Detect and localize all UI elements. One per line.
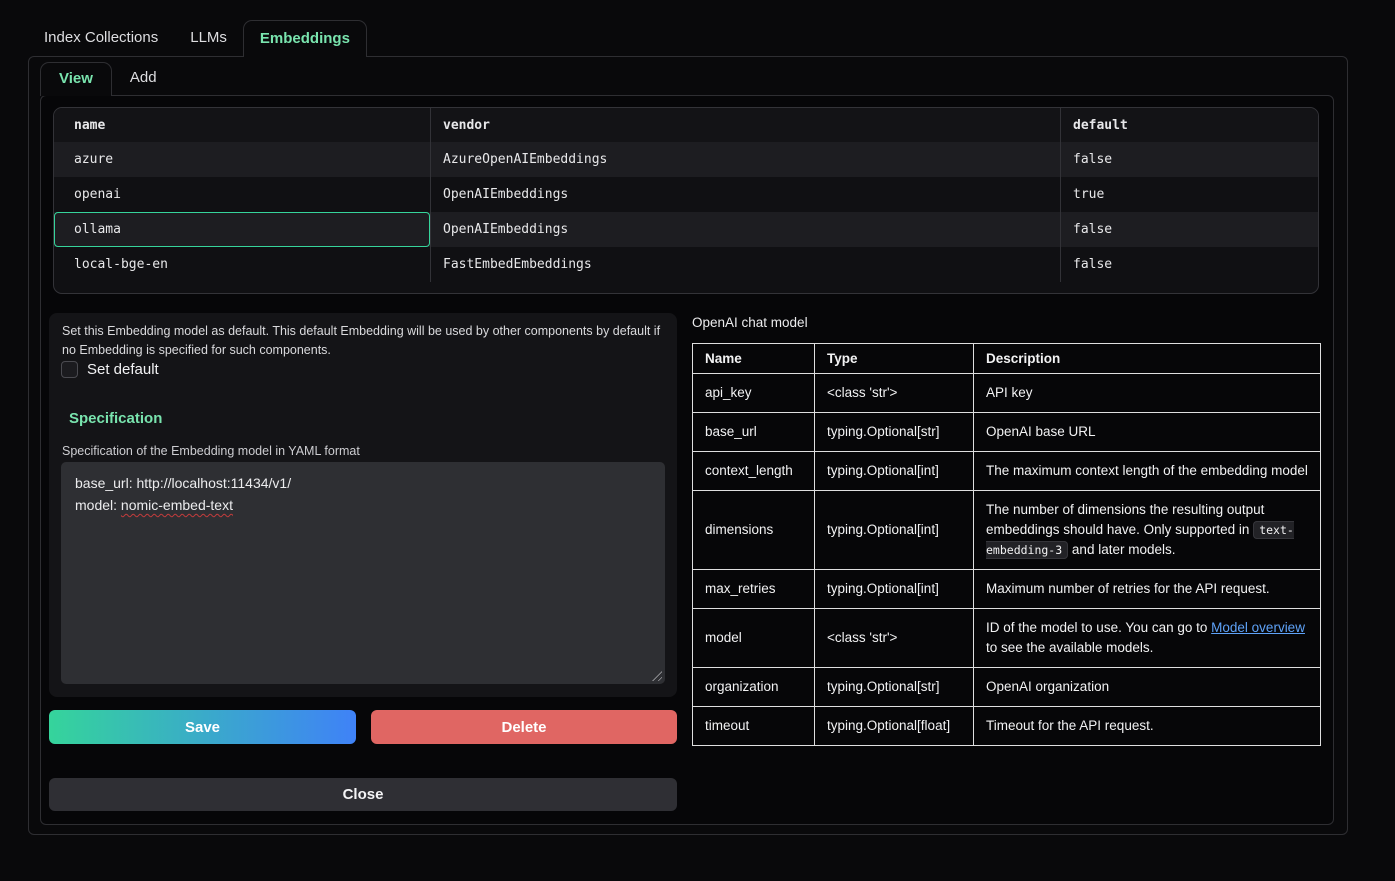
doc-param-description: ID of the model to use. You can go to Mo… <box>974 609 1321 668</box>
doc-param-type: typing.Optional[int] <box>815 452 974 491</box>
default-cell[interactable]: true <box>1060 177 1319 212</box>
doc-param-description: The maximum context length of the embedd… <box>974 452 1321 491</box>
default-cell[interactable]: false <box>1060 142 1319 177</box>
doc-param-name: api_key <box>693 374 815 413</box>
doc-param-type: typing.Optional[int] <box>815 491 974 570</box>
doc-param-type: typing.Optional[int] <box>815 570 974 609</box>
doc-row-api-key: api_key<class 'str'> API key <box>693 374 1321 413</box>
specification-heading: Specification <box>69 410 162 427</box>
vendor-cell[interactable]: OpenAIEmbeddings <box>430 177 1060 212</box>
doc-param-description: API key <box>974 374 1321 413</box>
doc-param-type: typing.Optional[str] <box>815 413 974 452</box>
name-cell[interactable]: azure <box>54 142 430 177</box>
subtab-view[interactable]: View <box>40 62 112 96</box>
column-header-vendor: vendor <box>430 108 1060 142</box>
doc-row-timeout: timeouttyping.Optional[float] Timeout for… <box>693 707 1321 746</box>
desc-text: The maximum context length of the embedd… <box>986 463 1308 478</box>
doc-table: NameTypeDescription api_key<class 'str'>… <box>692 343 1321 746</box>
doc-param-name: model <box>693 609 815 668</box>
doc-param-name: dimensions <box>693 491 815 570</box>
doc-param-name: base_url <box>693 413 815 452</box>
embedding-row-openai[interactable]: openaiOpenAIEmbeddingstrue <box>54 177 1318 212</box>
column-header-name: name <box>54 108 430 142</box>
tab-llms[interactable]: LLMs <box>174 20 243 57</box>
name-cell[interactable]: ollama <box>54 212 430 247</box>
doc-table-head: NameTypeDescription <box>693 344 1321 374</box>
doc-param-type: typing.Optional[float] <box>815 707 974 746</box>
yaml-line: base_url: http://localhost:11434/v1/ <box>75 472 651 494</box>
embeddings-table: namevendordefaultazureAzureOpenAIEmbeddi… <box>53 107 1319 294</box>
desc-text: to see the available models. <box>986 640 1153 655</box>
yaml-spec-editor[interactable]: base_url: http://localhost:11434/v1/mode… <box>61 462 665 684</box>
doc-param-description: Timeout for the API request. <box>974 707 1321 746</box>
desc-text: OpenAI base URL <box>986 424 1096 439</box>
doc-col-name: Name <box>693 344 815 374</box>
specification-subtitle: Specification of the Embedding model in … <box>62 444 360 458</box>
doc-param-type: <class 'str'> <box>815 609 974 668</box>
embedding-row-local-bge-en[interactable]: local-bge-enFastEmbedEmbeddingsfalse <box>54 247 1318 282</box>
subtab-add[interactable]: Add <box>112 62 175 96</box>
doc-param-type: <class 'str'> <box>815 374 974 413</box>
misspelled-word: nomic-embed-text <box>121 497 233 513</box>
vendor-cell[interactable]: AzureOpenAIEmbeddings <box>430 142 1060 177</box>
set-default-row: Set default <box>61 361 159 378</box>
name-cell[interactable]: openai <box>54 177 430 212</box>
column-header-default: default <box>1060 108 1319 142</box>
doc-param-name: context_length <box>693 452 815 491</box>
embeddings-table-header: namevendordefault <box>54 108 1318 142</box>
embedding-form-panel: Set this Embedding model as default. Thi… <box>49 313 677 697</box>
tab-index-collections[interactable]: Index Collections <box>28 20 174 57</box>
desc-text: API key <box>986 385 1033 400</box>
set-default-description: Set this Embedding model as default. Thi… <box>62 322 662 360</box>
desc-text: and later models. <box>1068 542 1175 557</box>
doc-param-name: timeout <box>693 707 815 746</box>
doc-param-description: OpenAI base URL <box>974 413 1321 452</box>
doc-param-type: typing.Optional[str] <box>815 668 974 707</box>
doc-param-description: Maximum number of retries for the API re… <box>974 570 1321 609</box>
embedding-row-ollama[interactable]: ollamaOpenAIEmbeddingsfalse <box>54 212 1318 247</box>
vendor-cell[interactable]: OpenAIEmbeddings <box>430 212 1060 247</box>
model-overview-link[interactable]: Model overview <box>1211 620 1305 635</box>
doc-param-description: OpenAI organization <box>974 668 1321 707</box>
save-button[interactable]: Save <box>49 710 356 744</box>
sub-tabbar: ViewAdd <box>40 62 175 96</box>
yaml-spec-text: base_url: http://localhost:11434/v1/mode… <box>75 472 651 516</box>
vendor-cell[interactable]: FastEmbedEmbeddings <box>430 247 1060 282</box>
name-cell[interactable]: local-bge-en <box>54 247 430 282</box>
doc-row-organization: organizationtyping.Optional[str] OpenAI o… <box>693 668 1321 707</box>
yaml-line: model: nomic-embed-text <box>75 494 651 516</box>
desc-text: Maximum number of retries for the API re… <box>986 581 1270 596</box>
tab-embeddings[interactable]: Embeddings <box>243 20 367 57</box>
top-tabbar: Index CollectionsLLMsEmbeddings <box>28 20 367 57</box>
view-tab-content: namevendordefaultazureAzureOpenAIEmbeddi… <box>40 95 1334 825</box>
doc-row-base-url: base_urltyping.Optional[str] OpenAI base … <box>693 413 1321 452</box>
desc-text: ID of the model to use. You can go to <box>986 620 1211 635</box>
doc-row-context-length: context_lengthtyping.Optional[int] The ma… <box>693 452 1321 491</box>
doc-param-name: max_retries <box>693 570 815 609</box>
desc-text: OpenAI organization <box>986 679 1109 694</box>
set-default-label: Set default <box>87 361 159 378</box>
close-button[interactable]: Close <box>49 778 677 811</box>
delete-button[interactable]: Delete <box>371 710 677 744</box>
default-cell[interactable]: false <box>1060 247 1319 282</box>
doc-row-max-retries: max_retriestyping.Optional[int] Maximum n… <box>693 570 1321 609</box>
resize-handle-icon[interactable] <box>652 671 662 681</box>
set-default-checkbox[interactable] <box>61 361 78 378</box>
doc-param-description: The number of dimensions the resulting o… <box>974 491 1321 570</box>
embedding-row-azure[interactable]: azureAzureOpenAIEmbeddingsfalse <box>54 142 1318 177</box>
doc-panel-title: OpenAI chat model <box>692 315 808 330</box>
desc-text: Timeout for the API request. <box>986 718 1154 733</box>
doc-col-type: Type <box>815 344 974 374</box>
doc-row-dimensions: dimensionstyping.Optional[int] The number… <box>693 491 1321 570</box>
doc-row-model: model<class 'str'>ID of the model to use… <box>693 609 1321 668</box>
default-cell[interactable]: false <box>1060 212 1319 247</box>
doc-col-description: Description <box>974 344 1321 374</box>
desc-text: The number of dimensions the resulting o… <box>986 502 1264 537</box>
doc-param-name: organization <box>693 668 815 707</box>
